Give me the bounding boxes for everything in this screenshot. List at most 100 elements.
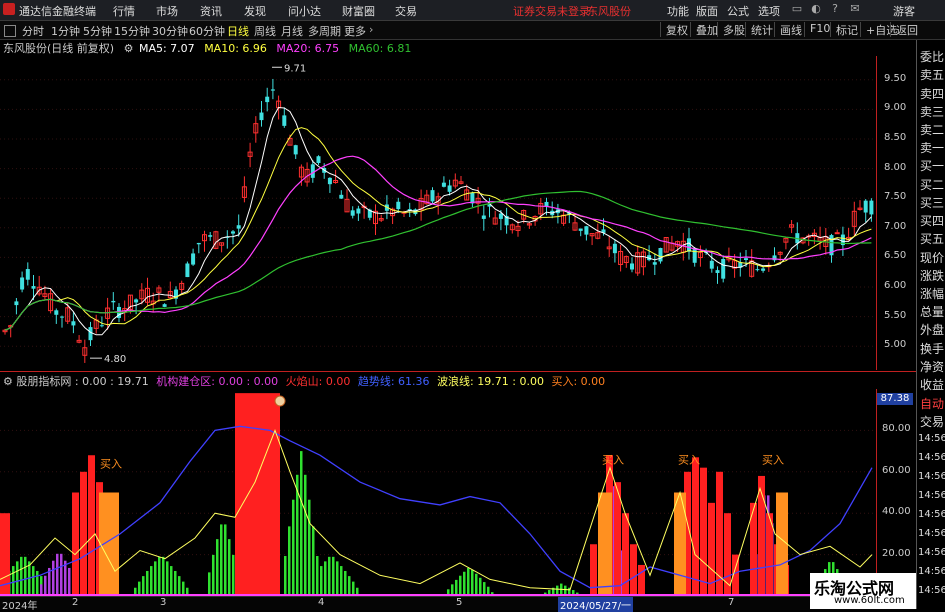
- tick-time: 14:56: [918, 547, 945, 558]
- tab-15min[interactable]: 15分钟: [114, 23, 150, 39]
- side-label[interactable]: 自动: [920, 395, 944, 412]
- back-button[interactable]: 返回: [890, 22, 918, 37]
- indicator-buy: 买入: 0.00: [551, 375, 606, 388]
- histogram-bar: [475, 573, 478, 596]
- flame-bar: [638, 564, 645, 596]
- candle-down: [14, 301, 19, 306]
- candle-down: [31, 286, 36, 289]
- restore-icon[interactable]: ▭: [790, 2, 804, 16]
- candlestick-chart[interactable]: 9.71 4.80: [0, 56, 876, 370]
- grid-icon[interactable]: [4, 25, 16, 37]
- side-label: 买二: [920, 178, 945, 192]
- overlay-button[interactable]: 叠加: [690, 22, 718, 37]
- price-axis: 9.50 9.00 8.50 8.00 7.50 7.00 6.50 6.00 5.50 5.00: [876, 56, 917, 370]
- tab-multi-period[interactable]: 多周期: [308, 23, 341, 39]
- low-label: 4.80: [104, 354, 126, 365]
- candle-down: [356, 208, 361, 214]
- f10-button[interactable]: F10: [804, 22, 830, 37]
- tab-30min[interactable]: 30分钟: [152, 23, 188, 39]
- multi-stock-button[interactable]: 多股: [717, 22, 745, 37]
- menu-trade[interactable]: 交易: [395, 3, 417, 19]
- ma5-value: MA5: 7.07: [138, 42, 195, 55]
- menu-formula[interactable]: 公式: [727, 3, 749, 19]
- histogram-bar: [328, 556, 331, 596]
- candle-down: [310, 164, 315, 178]
- histogram-bar: [150, 566, 153, 596]
- tab-weekly[interactable]: 周线: [254, 23, 276, 39]
- candle-down: [709, 260, 714, 269]
- menu-options[interactable]: 选项: [758, 3, 780, 19]
- histogram-bar: [56, 553, 59, 596]
- skin-icon[interactable]: ◐: [809, 2, 823, 16]
- side-label: 买一: [920, 159, 945, 173]
- side-label: 卖三: [920, 105, 945, 119]
- buy-zone-bar: [99, 492, 119, 596]
- histogram-bar: [166, 561, 169, 596]
- histogram-bar: [182, 581, 185, 596]
- main-chart-legend: 东风股份(日线 前复权) ⚙ MA5: 7.07 MA10: 6.96 MA20…: [0, 40, 880, 56]
- menu-market[interactable]: 市场: [156, 3, 178, 19]
- histogram-bar: [228, 539, 231, 596]
- candle-down: [327, 177, 332, 185]
- tick-time: 14:56: [918, 509, 945, 520]
- histogram-bar: [138, 581, 141, 596]
- indicator-flame: 火焰山: 0.00: [285, 375, 351, 388]
- candle-down: [111, 300, 116, 303]
- message-icon[interactable]: ✉: [848, 2, 862, 16]
- tab-1min[interactable]: 1分钟: [51, 23, 80, 39]
- menu-ask[interactable]: 问小达: [288, 3, 321, 19]
- candle-down: [350, 210, 355, 216]
- tab-monthly[interactable]: 月线: [281, 23, 303, 39]
- histogram-bar: [64, 560, 67, 596]
- candle-down: [761, 268, 766, 271]
- indicator-legend: ⚙ 股朋指标网 : 0.00 : 19.71 机构建仓区: 0.00 : 0.0…: [0, 373, 876, 389]
- flame-bar: [88, 455, 95, 596]
- tab-more[interactable]: 更多: [344, 23, 366, 39]
- side-label: 换手: [920, 342, 945, 356]
- settings-icon[interactable]: ⚙: [124, 42, 134, 55]
- adjust-button[interactable]: 复权: [660, 22, 688, 37]
- tab-intraday[interactable]: 分时: [22, 23, 44, 39]
- histogram-bar: [284, 556, 287, 596]
- histogram-bar: [479, 577, 482, 596]
- menu-discover[interactable]: 发现: [244, 3, 266, 19]
- stats-button[interactable]: 统计: [745, 22, 773, 37]
- side-label[interactable]: 交易: [920, 413, 944, 430]
- flame-bar: [72, 492, 79, 596]
- mark-button[interactable]: 标记: [830, 22, 858, 37]
- high-label: 9.71: [284, 63, 306, 74]
- menu-function[interactable]: 功能: [667, 3, 689, 19]
- watermark-url: www.60lt.com: [834, 595, 905, 606]
- menu-quotes[interactable]: 行情: [113, 3, 135, 19]
- histogram-bar: [292, 499, 295, 596]
- date-axis: 2024年 2 3 4 5 2024/05/27/一 7: [0, 596, 916, 612]
- settings-icon[interactable]: ⚙: [3, 375, 13, 388]
- candle-down: [191, 253, 196, 265]
- histogram-bar: [352, 581, 355, 596]
- draw-line-button[interactable]: 画线: [774, 22, 802, 37]
- user-label[interactable]: 游客: [893, 3, 915, 19]
- tick-time: 14:56: [918, 471, 945, 482]
- menu-news[interactable]: 资讯: [200, 3, 222, 19]
- histogram-bar: [44, 575, 47, 596]
- chevron-right-icon[interactable]: ›: [369, 23, 373, 36]
- tab-daily[interactable]: 日线: [227, 23, 249, 39]
- tab-60min[interactable]: 60分钟: [189, 23, 225, 39]
- histogram-bar: [483, 582, 486, 596]
- date-label: 2024年: [2, 601, 38, 612]
- histogram-bar: [216, 539, 219, 596]
- side-label: 涨跌: [920, 269, 945, 283]
- menu-layout[interactable]: 版面: [696, 3, 718, 19]
- histogram-bar: [308, 581, 311, 596]
- tab-5min[interactable]: 5分钟: [83, 23, 112, 39]
- candle-down: [196, 242, 201, 245]
- candle-down: [658, 248, 663, 262]
- menu-wealth[interactable]: 财富圈: [342, 3, 375, 19]
- histogram-bar: [32, 566, 35, 596]
- watermark: 乐淘公式网 www.60lt.com: [810, 573, 916, 609]
- login-warning[interactable]: 证券交易未登录: [513, 3, 590, 19]
- help-icon[interactable]: ?: [828, 2, 842, 16]
- price-tick-label: 7.50: [884, 191, 907, 203]
- candle-down: [282, 115, 287, 126]
- indicator-chart[interactable]: 买入 买入 买入 买入: [0, 389, 876, 596]
